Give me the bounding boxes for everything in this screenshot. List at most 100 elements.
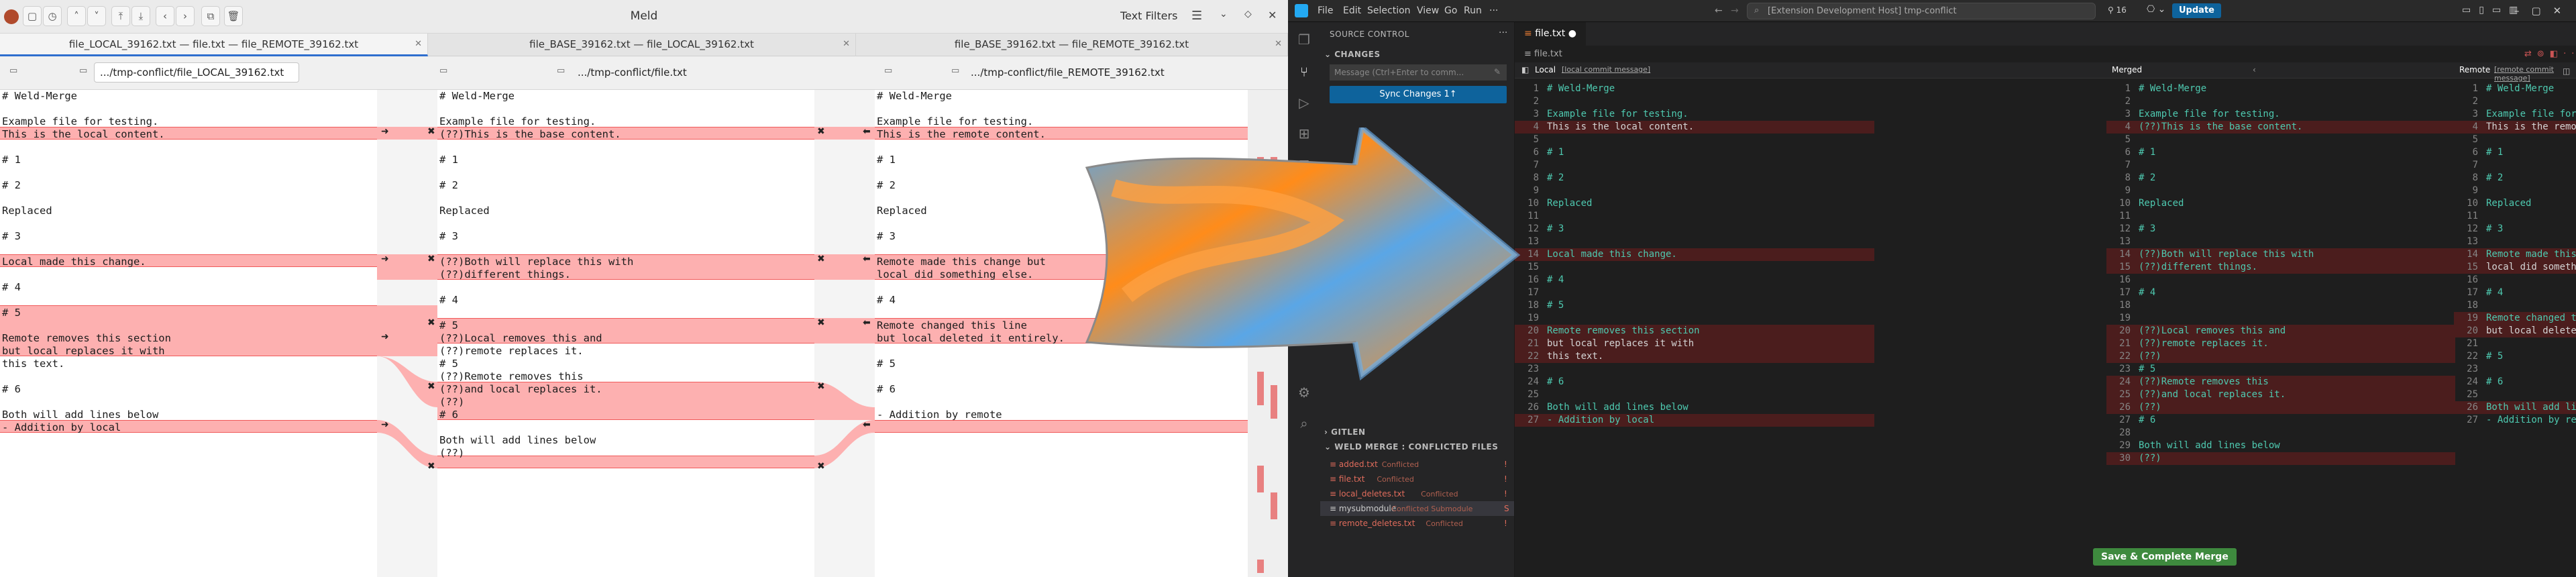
menu-more[interactable]: ··· bbox=[1489, 5, 1498, 16]
editor-actions-icons[interactable]: ⇄⊚◧··· bbox=[2524, 49, 2576, 59]
conflicted-file-item[interactable]: ≡ file.txt Conflicted! bbox=[1320, 472, 1514, 486]
line-number: 2 bbox=[1533, 96, 1539, 107]
path-field-right[interactable]: .../tmp-conflict/file_REMOTE_39162.txt bbox=[965, 62, 1182, 83]
conflicted-file-item[interactable]: ≡ remote_deletes.txt Conflicted! bbox=[1320, 516, 1514, 531]
code-line: # 6 bbox=[439, 409, 458, 421]
account-icon[interactable]: ⎔ ⌄ bbox=[2147, 4, 2165, 15]
push-right-icon[interactable]: ➜ bbox=[381, 419, 389, 430]
conflicted-file-item[interactable]: ≡ local_deletes.txt Conflicted! bbox=[1320, 486, 1514, 501]
line-number: 9 bbox=[2472, 185, 2478, 196]
line-number: 24 bbox=[2119, 376, 2131, 387]
close-icon[interactable]: ✕ bbox=[1268, 9, 1277, 21]
delete-chunk-icon[interactable]: ✖ bbox=[427, 126, 435, 137]
tab-base-local[interactable]: file_BASE_39162.txt — file_LOCAL_39162.t… bbox=[428, 34, 856, 56]
local-commit-link[interactable]: [local commit message] bbox=[1562, 65, 1650, 74]
meld-pane-left[interactable]: # Weld-Merge Example file for testing. Thi… bbox=[0, 90, 377, 577]
gitlens-icon[interactable]: ⚙ bbox=[1296, 384, 1312, 401]
code-line: # 2 bbox=[2, 179, 21, 191]
split-icon[interactable]: ◫ bbox=[2563, 66, 2570, 76]
save-icon[interactable]: ▭ bbox=[9, 66, 17, 76]
code-line: but local deleted it entirely. bbox=[2486, 325, 2576, 336]
meld-gutter-right: ✖ ⬅ ✖ ⬅ ✖ ⬅ ✖ ⬅ ✖ bbox=[814, 90, 875, 577]
delete-chunk-icon[interactable]: ✖ bbox=[427, 254, 435, 264]
weld-merge-header[interactable]: ⌄ WELD MERGE : CONFLICTED FILES bbox=[1324, 442, 1498, 452]
close-tab-icon[interactable]: ✕ bbox=[843, 34, 850, 55]
menu-selection[interactable]: Selection bbox=[1367, 5, 1411, 16]
forward-icon[interactable]: → bbox=[1731, 5, 1739, 16]
code-line: # 5 bbox=[2486, 351, 2504, 362]
breadcrumb[interactable]: ≡ file.txt bbox=[1524, 49, 1562, 59]
delete-chunk-icon[interactable]: ✖ bbox=[817, 461, 825, 472]
window-controls-icon[interactable]: –▢✕ bbox=[2514, 5, 2573, 17]
copilot-badge[interactable]: ⚲ 16 bbox=[2108, 5, 2127, 15]
push-left-icon[interactable]: ⬅ bbox=[863, 254, 871, 264]
command-center[interactable]: ⌕ [Extension Development Host] tmp-confl… bbox=[1747, 3, 2096, 19]
menu-edit[interactable]: Edit bbox=[1343, 5, 1361, 16]
tab-base-remote[interactable]: file_BASE_39162.txt — file_REMOTE_39162.… bbox=[856, 34, 1288, 56]
meld-pane-middle[interactable]: # Weld-Merge Example file for testing. (??… bbox=[437, 90, 814, 577]
code-line: Replaced bbox=[877, 205, 927, 217]
tab-local[interactable]: file_LOCAL_39162.txt — file.txt — file_R… bbox=[0, 34, 428, 56]
save-complete-merge-button[interactable]: Save & Complete Merge bbox=[2093, 548, 2237, 566]
file-mark: ! bbox=[1504, 489, 1507, 499]
push-right-icon[interactable]: ➜ bbox=[381, 331, 389, 342]
menu-go[interactable]: Go bbox=[1444, 5, 1457, 16]
tab-label: file_BASE_39162.txt — file_LOCAL_39162.t… bbox=[529, 38, 754, 50]
path-field-left[interactable]: .../tmp-conflict/file_LOCAL_39162.txt bbox=[94, 62, 299, 83]
update-button[interactable]: Update bbox=[2172, 3, 2221, 18]
changes-header[interactable]: ⌄ CHANGES bbox=[1324, 50, 1381, 59]
save-icon[interactable]: ▭ bbox=[439, 66, 447, 76]
push-left-icon[interactable]: ⬅ bbox=[863, 126, 871, 137]
delete-chunk-icon[interactable]: ✖ bbox=[817, 381, 825, 392]
menu-run[interactable]: Run bbox=[1464, 5, 1482, 16]
text-filters-button[interactable]: Text Filters bbox=[1120, 9, 1177, 22]
delete-chunk-icon[interactable]: ✖ bbox=[427, 381, 435, 392]
push-right-icon[interactable]: ➜ bbox=[381, 254, 389, 264]
file-name: ≡ added.txt bbox=[1330, 460, 1378, 469]
delete-chunk-icon[interactable]: ✖ bbox=[817, 254, 825, 264]
menu-icon[interactable]: ☰ bbox=[1191, 9, 1202, 23]
code-line: # 5 bbox=[439, 358, 458, 370]
path-field-middle[interactable]: .../tmp-conflict/file.txt bbox=[572, 62, 698, 83]
close-tab-icon[interactable]: ✕ bbox=[415, 34, 422, 55]
line-number: 26 bbox=[2119, 402, 2131, 413]
back-icon[interactable]: ← bbox=[1715, 5, 1723, 16]
delete-chunk-icon[interactable]: ✖ bbox=[427, 461, 435, 472]
code-line: - Addition by local bbox=[1547, 415, 1655, 425]
gitlens-header[interactable]: › GITLEN bbox=[1324, 427, 1366, 437]
maximize-icon[interactable]: ◇ bbox=[1244, 9, 1252, 19]
code-line: # 3 bbox=[2486, 223, 2504, 234]
delete-chunk-icon[interactable]: ✖ bbox=[427, 317, 435, 328]
code-line: Replaced bbox=[2139, 198, 2184, 209]
delete-chunk-icon[interactable]: ✖ bbox=[817, 126, 825, 137]
conflicted-file-item[interactable]: ≡ added.txt Conflicted! bbox=[1320, 457, 1514, 472]
line-number: 17 bbox=[2119, 287, 2131, 298]
search-icon[interactable]: ⌕ bbox=[1296, 415, 1312, 431]
push-left-icon[interactable]: ⬅ bbox=[863, 419, 871, 430]
editor-tab-file[interactable]: ≡ file.txt ● bbox=[1515, 22, 1586, 46]
sync-changes-button[interactable]: Sync Changes 1↑ bbox=[1330, 86, 1507, 103]
menu-view[interactable]: View bbox=[1417, 5, 1439, 16]
save-icon[interactable]: ▭ bbox=[884, 66, 892, 76]
push-right-icon[interactable]: ➜ bbox=[381, 126, 389, 137]
conflicted-file-item[interactable]: ≡ mysubmodule Conflicted Submodule S bbox=[1320, 501, 1514, 516]
push-left-icon[interactable]: ⬅ bbox=[863, 317, 871, 328]
commit-message-input[interactable]: Message (Ctrl+Enter to comm... ✎ bbox=[1330, 64, 1507, 81]
line-number: 4 bbox=[2125, 121, 2131, 132]
file-name: ≡ mysubmodule bbox=[1330, 504, 1397, 513]
line-number: 29 bbox=[2119, 440, 2131, 451]
close-tab-icon[interactable]: ✕ bbox=[1275, 34, 1282, 55]
vscode-titlebar: File Edit Selection View Go Run ··· ← → … bbox=[1288, 0, 2576, 22]
code-line: # 1 bbox=[2486, 147, 2504, 158]
source-control-icon[interactable]: ⑂ bbox=[1296, 64, 1312, 80]
delete-chunk-icon[interactable]: ✖ bbox=[817, 317, 825, 328]
sparkle-icon[interactable]: ✎ bbox=[1494, 67, 1501, 76]
more-actions-icon[interactable]: ··· bbox=[1499, 28, 1507, 38]
dropdown-icon[interactable]: ⌄ bbox=[1220, 9, 1228, 19]
unsaved-dot-icon[interactable]: ● bbox=[1568, 28, 1576, 39]
run-debug-icon[interactable]: ▷ bbox=[1296, 95, 1312, 111]
menu-file[interactable]: File bbox=[1318, 5, 1333, 16]
explorer-icon[interactable]: ❐ bbox=[1296, 32, 1312, 48]
